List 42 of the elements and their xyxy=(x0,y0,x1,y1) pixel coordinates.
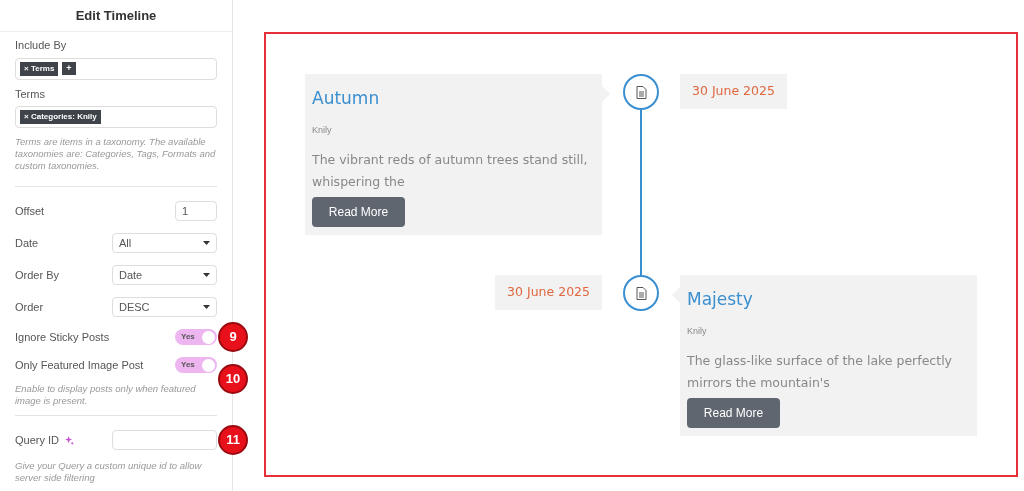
field-label: Order By xyxy=(15,267,59,283)
document-icon xyxy=(635,85,647,99)
post-date: 30 June 2025 xyxy=(495,275,602,310)
select-field[interactable]: All xyxy=(112,233,217,253)
sparkle-icon xyxy=(65,435,74,445)
query-id-field[interactable] xyxy=(112,430,217,450)
select-field[interactable]: DESC xyxy=(112,297,217,317)
tag-chip[interactable]: × Terms xyxy=(20,61,59,76)
field-label: Date xyxy=(15,235,39,251)
caret-icon xyxy=(203,241,210,245)
tags-field[interactable]: × Categories: Knily xyxy=(15,106,217,128)
number-field[interactable]: 1 xyxy=(175,201,217,221)
caret-icon xyxy=(203,273,210,277)
field-label: Only Featured Image Post xyxy=(15,357,144,373)
toggle-switch[interactable]: Yes xyxy=(175,357,217,373)
toggle-switch[interactable]: Yes xyxy=(175,329,217,345)
document-icon xyxy=(635,286,647,300)
help-text: Give your Query a custom unique id to allow server side filtering xyxy=(15,460,203,484)
add-tag-button[interactable]: + xyxy=(62,62,76,75)
read-more-button[interactable]: Read More xyxy=(312,197,405,227)
step-marker: 9 xyxy=(218,322,248,352)
field-label: Offset xyxy=(15,203,45,219)
post-excerpt: The vibrant reds of autumn trees stand still, whispering the xyxy=(312,151,589,191)
field-label: Include By xyxy=(15,38,68,53)
help-text: Terms are items in a taxonomy. The available taxonomies are: Categories, Tags, Formats and custom taxonomies. xyxy=(15,136,217,172)
help-text: Enable to display posts only when featured image is present. xyxy=(15,383,197,407)
step-marker: 11 xyxy=(218,425,248,455)
select-field[interactable]: Date xyxy=(112,265,217,285)
field-label: Query ID xyxy=(15,432,59,448)
post-author: Knily xyxy=(687,324,708,338)
tags-field[interactable]: × Terms + xyxy=(15,57,217,80)
post-excerpt: The glass-like surface of the lake perfectly mirrors the mountain's xyxy=(687,352,953,392)
step-marker: 10 xyxy=(218,364,248,394)
post-author: Knily xyxy=(312,123,333,137)
field-label: Order xyxy=(15,299,44,315)
field-label: Terms xyxy=(15,86,46,102)
tag-chip[interactable]: × Categories: Knily xyxy=(20,110,101,124)
post-date: 30 June 2025 xyxy=(680,74,787,109)
read-more-button[interactable]: Read More xyxy=(687,398,780,428)
caret-icon xyxy=(203,305,210,309)
field-label: Ignore Sticky Posts xyxy=(15,329,110,345)
panel-title: Edit Timeline xyxy=(75,6,157,25)
